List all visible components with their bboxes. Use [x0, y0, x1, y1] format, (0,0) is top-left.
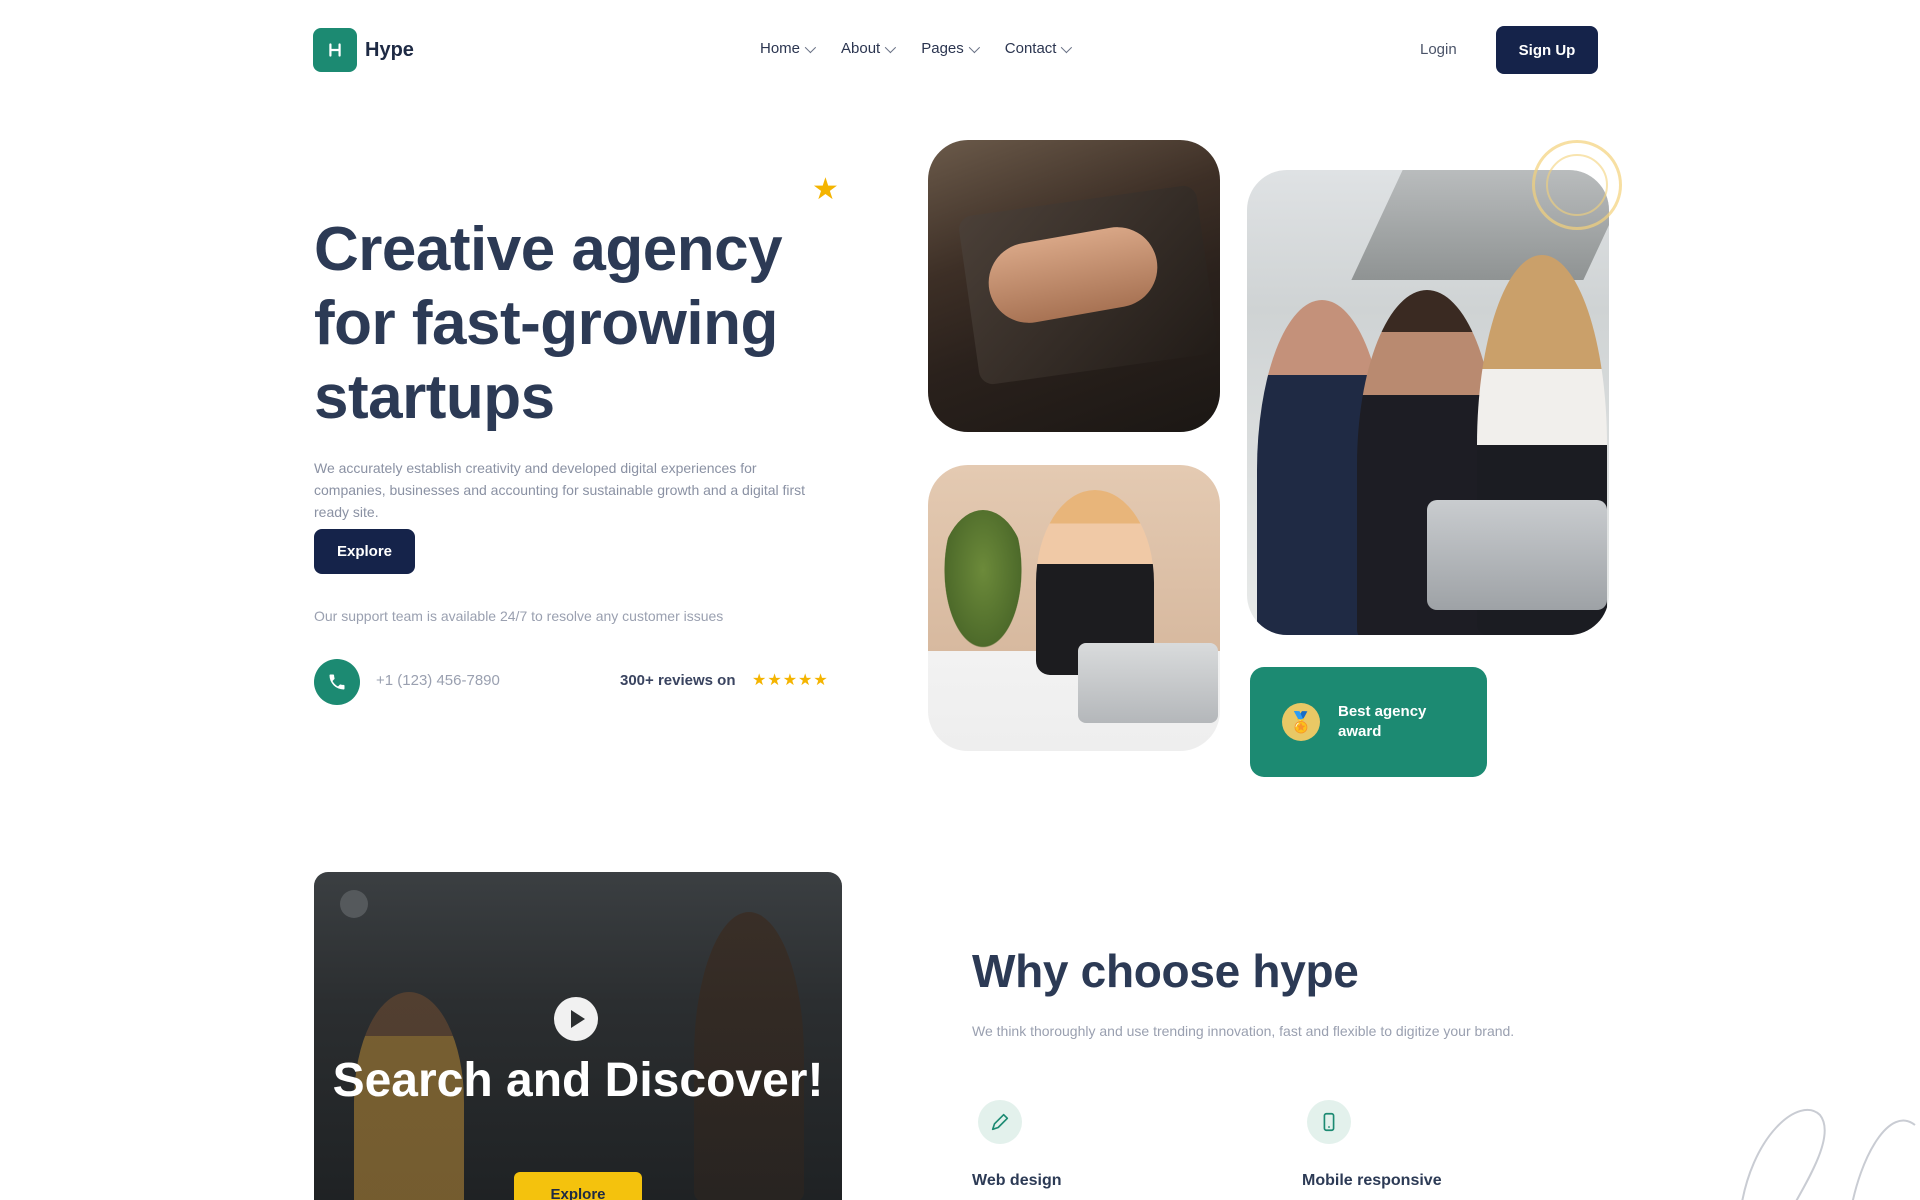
nav-label: Home [760, 40, 801, 57]
chevron-down-icon [968, 41, 980, 53]
award-badge-card[interactable]: 🏅 Best agency award [1250, 667, 1487, 777]
chevron-down-icon [884, 41, 897, 53]
star-decoration-icon: ★ [812, 173, 839, 206]
nav-item-about[interactable]: About [841, 40, 897, 57]
nav-label: Contact [1004, 40, 1057, 57]
why-title: Why choose hype [972, 945, 1359, 997]
landing-page: Hype Home About Pages Contact Login Sign… [0, 0, 1920, 1200]
nav-item-contact[interactable]: Contact [1004, 40, 1073, 57]
chevron-down-icon [1061, 41, 1073, 53]
logo[interactable]: Hype [313, 28, 414, 72]
nav-label: Pages [921, 40, 964, 57]
play-button[interactable] [554, 997, 598, 1041]
award-label: Best agency award [1338, 703, 1427, 740]
feature-label: Web design [972, 1172, 1062, 1189]
logo-text: Hype [365, 38, 414, 61]
phone-number[interactable]: +1 (123) 456-7890 [376, 672, 500, 689]
hero-note: Our support team is available 24/7 to re… [314, 608, 724, 624]
video-explore-button[interactable]: Explore [514, 1172, 642, 1200]
corner-icon [340, 890, 368, 918]
hero-description: We accurately establish creativity and d… [314, 460, 806, 520]
rating-stars: ★★★★★ [752, 672, 829, 689]
phone-icon[interactable] [314, 659, 360, 705]
ring-decoration-icon [1546, 154, 1608, 216]
main-nav: Home About Pages Contact [760, 40, 1073, 57]
feature-label: Mobile responsive [1302, 1172, 1442, 1189]
nav-item-home[interactable]: Home [760, 40, 817, 57]
play-icon [571, 1010, 585, 1028]
team-photo [1247, 170, 1609, 635]
swirl-decoration-icon [1741, 1109, 1916, 1200]
nav-label: About [841, 40, 881, 57]
award-icon: 🏅 [1282, 703, 1320, 741]
why-description: We think thoroughly and use trending inn… [972, 1023, 1515, 1039]
logo-mark-icon [313, 28, 357, 72]
explore-button[interactable]: Explore [314, 529, 415, 574]
login-link[interactable]: Login [1420, 41, 1457, 58]
reviews-label: 300+ reviews on [620, 672, 736, 689]
video-title: Search and Discover! [332, 1054, 824, 1107]
design-icon [978, 1100, 1022, 1144]
signup-button[interactable]: Sign Up [1496, 26, 1598, 74]
site-header: Hype Home About Pages Contact Login Sign… [313, 26, 1599, 76]
woman-laptop-photo [928, 465, 1220, 751]
hero-title: Creative agency for fast-growing startup… [314, 215, 783, 432]
nav-item-pages[interactable]: Pages [921, 40, 980, 57]
laptop-hands-photo [928, 140, 1220, 432]
chevron-down-icon [804, 41, 817, 53]
mobile-icon [1307, 1100, 1351, 1144]
video-card[interactable]: Search and Discover! Explore [314, 872, 842, 1200]
